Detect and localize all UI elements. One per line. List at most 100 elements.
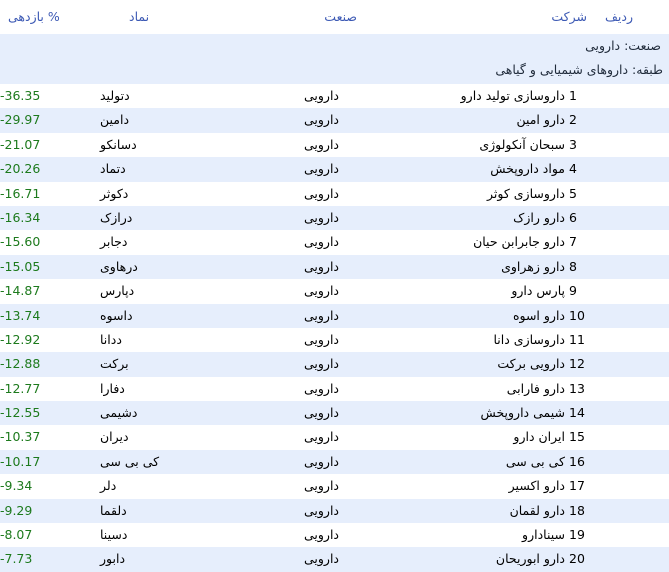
row-sector: دارویی (303, 356, 339, 372)
row-rank: 14 (569, 405, 585, 421)
row-company-link[interactable]: دارو زهراوی (501, 255, 565, 279)
row-change: -15.05 (0, 258, 41, 274)
header-rank[interactable]: ردیف (605, 9, 633, 24)
row-change: -10.37 (0, 429, 41, 445)
header-sector[interactable]: صنعت (324, 9, 357, 24)
row-company-link[interactable]: دارو جابرابن حیان (473, 230, 565, 254)
row-sector: دارویی (303, 161, 339, 177)
row-rank: 13 (569, 380, 585, 396)
row-company-link[interactable]: دارو امین (516, 108, 565, 132)
row-company-link[interactable]: دارو رازک (513, 206, 565, 230)
row-change: -9.34 (0, 478, 33, 494)
row-sector: دارویی (303, 551, 339, 567)
table-row[interactable]: 9 پارس دارو دارویی دپارس -14.87 (0, 279, 669, 304)
row-symbol-link[interactable]: دفارا (100, 377, 125, 401)
row-sector: دارویی (303, 429, 339, 445)
row-company-link[interactable]: مواد داروپخش (490, 157, 565, 181)
row-symbol-link[interactable]: داسوه (100, 304, 133, 328)
table-row[interactable]: 5 داروسازی کوثر دارویی دکوثر -16.71 (0, 181, 669, 206)
row-symbol-link[interactable]: دکوثر (100, 182, 128, 206)
row-sector: دارویی (303, 405, 339, 421)
table-row[interactable]: 1 داروسازی تولید دارو دارویی دتولید -36.35 (0, 84, 669, 109)
table-row[interactable]: 12 دارویی برکت دارویی برکت -12.88 (0, 352, 669, 377)
row-change: -7.73 (0, 551, 33, 567)
row-rank: 2 (569, 112, 577, 128)
row-symbol-link[interactable]: دسینا (100, 523, 127, 547)
row-company-link[interactable]: داروسازی دانا (493, 328, 565, 352)
row-symbol-link[interactable]: دتماد (100, 157, 126, 181)
row-rank: 20 (569, 551, 585, 567)
row-company-link[interactable]: سبحان آنکولوژی (479, 133, 565, 157)
row-symbol-link[interactable]: دابور (100, 547, 125, 571)
row-symbol-link[interactable]: کی بی سی (100, 450, 159, 474)
table-row[interactable]: 4 مواد داروپخش دارویی دتماد -20.26 (0, 157, 669, 182)
table-row[interactable]: 15 ایران دارو دارویی دیران -10.37 (0, 425, 669, 450)
row-symbol-link[interactable]: دلر (100, 474, 116, 498)
row-company-link[interactable]: داروسازی تولید دارو (461, 84, 565, 108)
table-row[interactable]: 10 دارو اسوه دارویی داسوه -13.74 (0, 303, 669, 328)
row-symbol-link[interactable]: ددانا (100, 328, 122, 352)
row-symbol-link[interactable]: درازک (100, 206, 132, 230)
row-symbol-link[interactable]: دسانکو (100, 133, 137, 157)
table-row[interactable]: 14 شیمی داروپخش دارویی دشیمی -12.55 (0, 401, 669, 426)
row-company-link[interactable]: ایران دارو (513, 425, 565, 449)
row-symbol-link[interactable]: دتولید (100, 84, 130, 108)
table-row[interactable]: 6 دارو رازک دارویی درازک -16.34 (0, 205, 669, 231)
row-company-link[interactable]: دارو اسوه (513, 304, 565, 328)
row-change: -12.55 (0, 405, 41, 421)
row-rank: 8 (569, 258, 577, 274)
row-change: -9.29 (0, 502, 33, 518)
row-company-link[interactable]: کی بی سی (506, 450, 565, 474)
row-symbol-link[interactable]: دپارس (100, 279, 134, 303)
row-sector: دارویی (303, 331, 339, 347)
table-row[interactable]: 2 دارو امین دارویی دامین -29.97 (0, 108, 669, 133)
row-company-link[interactable]: سینادارو (522, 523, 565, 547)
row-company-link[interactable]: پارس دارو (511, 279, 565, 303)
table-row[interactable]: 18 دارو لقمان دارویی دلقما -9.29 (0, 498, 669, 524)
row-symbol-link[interactable]: برکت (100, 352, 129, 376)
row-symbol-link[interactable]: درهاوی (100, 255, 138, 279)
row-rank: 11 (569, 331, 585, 347)
row-symbol-link[interactable]: دیران (100, 425, 129, 449)
row-symbol-link[interactable]: دامین (100, 108, 129, 132)
row-rank: 16 (569, 453, 585, 469)
row-rank: 12 (569, 356, 585, 372)
row-company-link[interactable]: دارو فارابی (507, 377, 565, 401)
table-row[interactable]: 8 دارو زهراوی دارویی درهاوی -15.05 (0, 254, 669, 280)
header-change[interactable]: بازدهی % (8, 9, 60, 24)
row-rank: 6 (569, 209, 577, 225)
row-rank: 15 (569, 429, 585, 445)
row-symbol-link[interactable]: دشیمی (100, 401, 137, 425)
table-row[interactable]: 19 سینادارو دارویی دسینا -8.07 (0, 523, 669, 548)
header-company[interactable]: شرکت (551, 9, 587, 24)
row-change: -15.60 (0, 234, 41, 250)
row-rank: 4 (569, 161, 577, 177)
row-company-link[interactable]: شیمی داروپخش (481, 401, 565, 425)
row-sector: دارویی (303, 478, 339, 494)
table-row[interactable]: 11 داروسازی دانا دارویی ددانا -12.92 (0, 327, 669, 353)
table-row[interactable]: 3 سبحان آنکولوژی دارویی دسانکو -21.07 (0, 132, 669, 158)
row-company-link[interactable]: دارو اکسیر (509, 474, 565, 498)
table-row[interactable]: 7 دارو جابرابن حیان دارویی دجابر -15.60 (0, 230, 669, 255)
table-row[interactable]: 13 دارو فارابی دارویی دفارا -12.77 (0, 376, 669, 402)
row-change: -10.17 (0, 453, 41, 469)
row-change: -36.35 (0, 88, 41, 103)
row-change: -16.34 (0, 209, 41, 225)
row-change: -29.97 (0, 112, 41, 128)
table-row[interactable]: 16 کی بی سی دارویی کی بی سی -10.17 (0, 449, 669, 475)
row-company-link[interactable]: دارو لقمان (510, 499, 565, 523)
row-symbol-link[interactable]: دجابر (100, 230, 127, 254)
row-sector: دارویی (303, 307, 339, 323)
row-company-link[interactable]: دارو ابوریحان (496, 547, 565, 571)
table-row[interactable]: 20 دارو ابوریحان دارویی دابور -7.73 (0, 547, 669, 572)
row-symbol-link[interactable]: دلقما (100, 499, 127, 523)
row-rank: 1 (569, 88, 577, 103)
row-company-link[interactable]: داروسازی کوثر (487, 182, 565, 206)
row-sector: دارویی (303, 283, 339, 299)
row-change: -21.07 (0, 136, 41, 152)
returns-table-view: ردیف شرکت صنعت نماد بازدهی % صنعت: داروی… (0, 0, 669, 572)
header-symbol[interactable]: نماد (129, 9, 149, 24)
table-row[interactable]: 17 دارو اکسیر دارویی دلر -9.34 (0, 474, 669, 499)
row-company-link[interactable]: دارویی برکت (497, 352, 565, 376)
row-change: -13.74 (0, 307, 41, 323)
